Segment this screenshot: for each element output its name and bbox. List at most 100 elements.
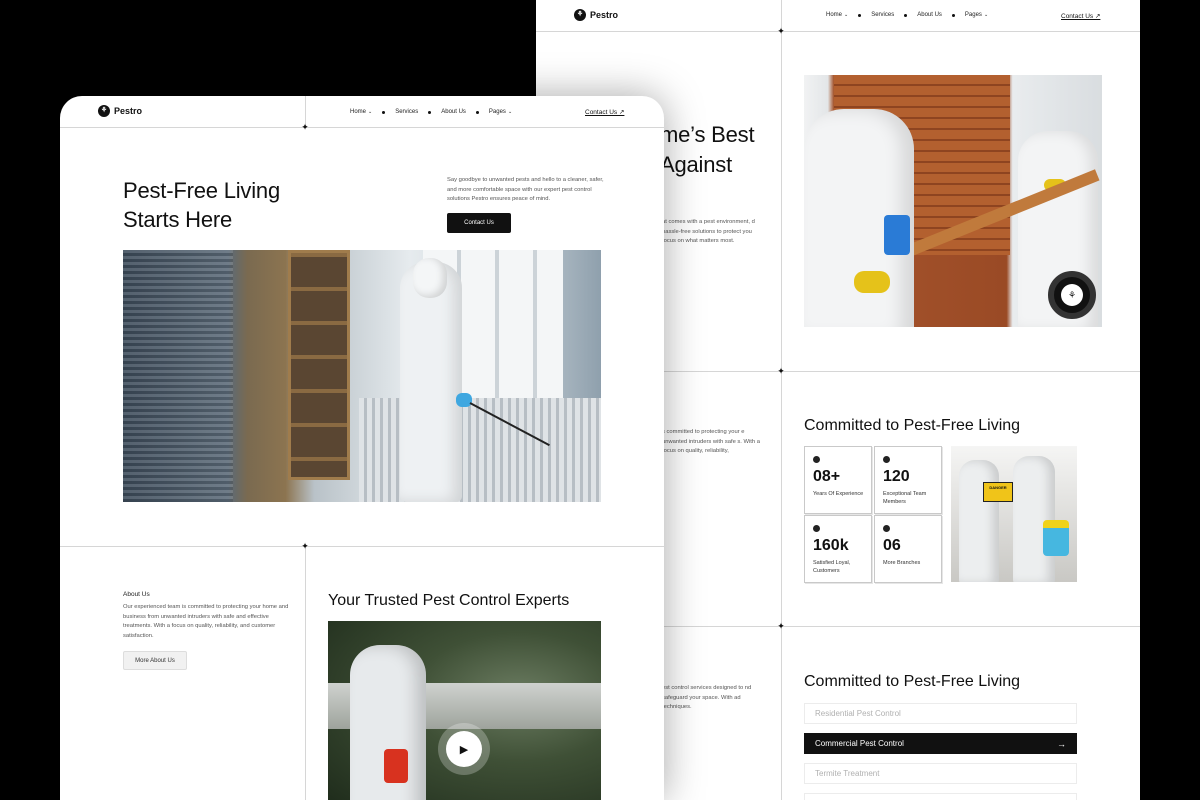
hero-title: Pest-Free Living Starts Here [123,176,280,234]
hero-title-line: me’s Best [660,122,755,147]
nav-home[interactable]: Home ⌄ [350,109,372,115]
stat-value: 06 [883,537,901,554]
radiator [359,398,601,502]
play-icon: ▶ [446,731,482,767]
logo-icon: ⚘ [574,9,586,21]
worker-figure [959,460,999,582]
contact-link[interactable]: Contact Us ↗ [1061,12,1100,20]
divider [60,127,664,128]
worker-figure [1013,456,1055,582]
sprayer-tank [384,749,408,783]
service-tab-more[interactable] [804,793,1077,800]
nav-about[interactable]: About Us [441,109,466,115]
service-label: Residential Pest Control [815,709,901,718]
hero-title-line: Starts Here [123,207,233,232]
chevron-down-icon: ⌄ [368,109,373,115]
worker-hood [413,258,447,298]
service-tab-termite[interactable]: Termite Treatment [804,763,1077,784]
bookshelf [288,250,350,480]
divider [60,546,664,547]
bullet-icon [813,525,820,532]
nav-about[interactable]: About Us [917,12,942,18]
divider [781,0,782,800]
chevron-down-icon: ⌄ [844,12,849,18]
experts-title: Your Trusted Pest Control Experts [328,592,570,609]
window-blind [123,250,233,502]
stats-title: Committed to Pest-Free Living [804,417,1021,434]
nav-label: Services [395,109,419,115]
hero-text-fragment: at comes with a pest environment, d hass… [662,219,755,244]
stat-card: 06 More Branches [874,515,942,583]
stat-value: 160k [813,537,849,554]
hero-title-line: Pest-Free Living [123,178,280,203]
nav-home[interactable]: Home ⌄ [826,12,848,18]
nav-label: Pages [488,109,506,115]
contact-link[interactable]: Contact Us ↗ [585,108,624,116]
star-icon: ✦ [301,122,309,132]
stat-value: 08+ [813,468,841,485]
nav-separator [382,110,386,114]
services-title: Committed to Pest-Free Living [804,673,1021,690]
star-icon: ✦ [777,366,785,376]
glove [456,393,472,407]
bullet-icon [883,456,890,463]
danger-sign: DANGER [983,482,1013,502]
nav-separator [858,13,862,17]
hero-text: Say goodbye to unwanted pests and hello … [447,177,604,202]
nav-separator [951,13,955,17]
brand-logo[interactable]: ⚘ Pestro [98,105,142,117]
brand-name: Pestro [590,10,619,20]
stat-caption: Exceptional Team Members [883,491,927,505]
stat-card: 160k Satisfied Loyal, Customers [804,515,872,583]
stat-caption: More Branches [883,560,921,566]
divider [536,31,1140,32]
brand-name: Pestro [114,106,143,116]
bullet-icon [883,525,890,532]
more-about-us-button[interactable]: More About Us [123,651,187,670]
divider [305,546,306,800]
bullet-icon [813,456,820,463]
experience-badge: ⚘ [1048,271,1096,319]
spray-bottle [884,215,910,255]
nav-separator [475,110,479,114]
nav-label: About Us [917,12,942,18]
star-icon: ✦ [301,541,309,551]
services-text-fragment: est control services designed to nd safe… [662,685,752,710]
star-icon: ✦ [777,621,785,631]
stat-value: 120 [883,468,910,485]
nav-services[interactable]: Services [871,12,894,18]
main-nav: Home ⌄ Services About Us Pages ⌄ [826,12,988,18]
logo-icon: ⚘ [98,105,110,117]
about-text-fragment: s committed to protecting your e unwante… [662,429,760,454]
nav-separator [904,13,908,17]
hero-photo: ⚘ [804,75,1102,327]
nav-label: Home [350,109,367,115]
front-page-preview: ✦ ✦ ⚘ Pestro Home ⌄ Services About Us Pag… [60,96,664,800]
arrow-right-icon: → [1057,738,1066,749]
sprayer-tank [1043,520,1069,556]
stat-card: 120 Exceptional Team Members [874,446,942,514]
nav-label: About Us [441,109,466,115]
worker-figure [400,262,462,502]
nav-label: Services [871,12,895,18]
nav-services[interactable]: Services [395,109,418,115]
hero-title-line: Against [660,152,732,177]
hero-photo [123,250,601,502]
nav-pages[interactable]: Pages ⌄ [489,109,512,115]
team-photo: DANGER [951,446,1077,582]
stat-caption: Years Of Experience [813,491,864,497]
nav-label: Home [826,12,843,18]
nav-label: Pages [964,12,982,18]
contact-us-button[interactable]: Contact Us [447,213,511,233]
glove [854,271,890,293]
chevron-down-icon: ⌄ [983,12,989,18]
brand-logo[interactable]: ⚘ Pestro [574,9,618,21]
video-thumbnail[interactable]: ▶ [328,621,601,800]
service-tab-residential[interactable]: Residential Pest Control [804,703,1077,724]
about-text: Our experienced team is committed to pro… [123,604,289,639]
nav-pages[interactable]: Pages ⌄ [965,12,988,18]
nav-separator [428,110,432,114]
service-tab-commercial[interactable]: Commercial Pest Control → [804,733,1077,754]
star-icon: ✦ [777,26,785,36]
play-button[interactable]: ▶ [438,723,490,775]
